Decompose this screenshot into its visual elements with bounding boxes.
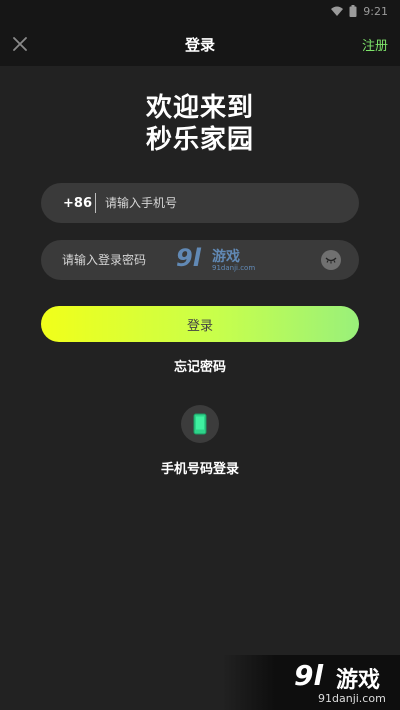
phone-login-button[interactable]	[181, 405, 219, 443]
status-bar: 9:21	[0, 0, 400, 22]
status-time: 9:21	[363, 4, 388, 18]
watermark-url: 91danji.com	[212, 264, 256, 272]
field-divider	[95, 193, 96, 213]
wifi-icon	[331, 6, 344, 16]
welcome-heading-line-1: 欢迎来到	[145, 93, 254, 123]
watermark-logo-number: 9l	[176, 244, 201, 272]
login-button[interactable]: 登录	[41, 306, 359, 342]
register-link[interactable]: 注册	[362, 35, 388, 54]
eye-closed-icon	[325, 257, 337, 264]
watermark-corner-number: 9l	[294, 659, 324, 692]
nav-bar: 登录 注册	[0, 22, 400, 66]
page-title: 登录	[184, 36, 215, 54]
watermark-corner-text: 游戏	[336, 668, 381, 693]
watermark-center: 9l 游戏 91danji.com	[176, 244, 272, 276]
phone-input[interactable]	[105, 183, 359, 223]
watermark-corner-url: 91danji.com	[318, 692, 386, 705]
forgot-password-link[interactable]: 忘记密码	[0, 356, 400, 375]
phone-login-label[interactable]: 手机号码登录	[0, 458, 400, 477]
battery-icon	[349, 5, 357, 17]
watermark-logo-text: 游戏	[212, 249, 240, 265]
password-visibility-toggle[interactable]	[321, 250, 341, 270]
country-code-selector[interactable]: +86	[41, 196, 95, 211]
watermark-corner: 9l 游戏 91danji.com	[222, 655, 400, 710]
welcome-heading-line-2: 秒乐家园	[145, 125, 254, 155]
phone-field: +86	[41, 183, 359, 223]
mobile-phone-icon	[193, 413, 207, 435]
